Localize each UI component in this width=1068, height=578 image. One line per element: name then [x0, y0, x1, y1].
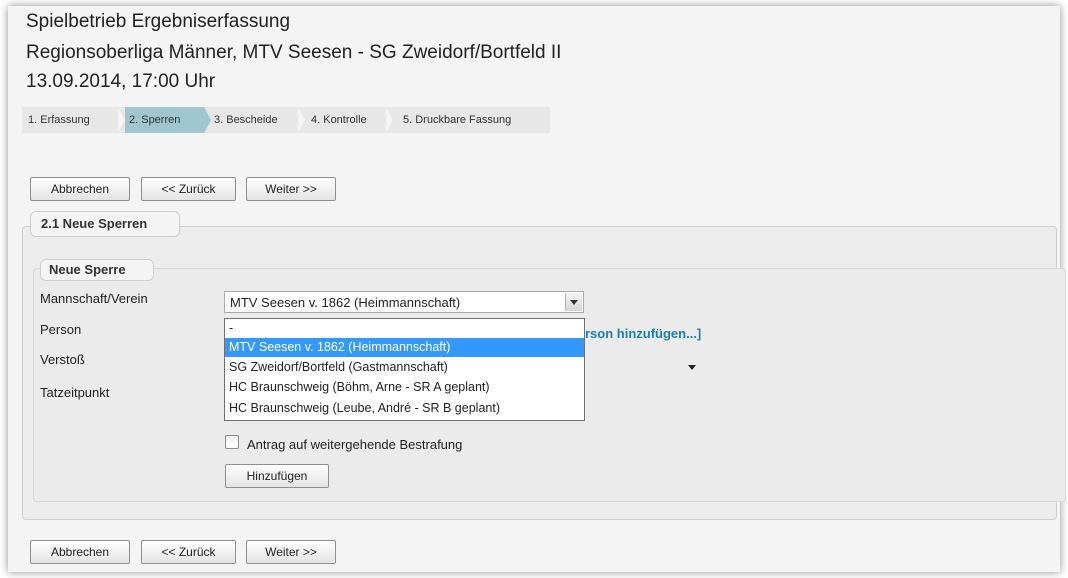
dropdown-option[interactable]: HC Braunschweig (Böhm, Arne - SR A gepla… — [225, 378, 584, 397]
step-separator-icon — [386, 107, 393, 133]
chevron-down-icon — [688, 365, 696, 370]
step-druckbare-fassung[interactable]: 5. Druckbare Fassung — [403, 107, 543, 133]
weitergehende-bestrafung-checkbox[interactable] — [225, 435, 239, 449]
verstoss-select[interactable] — [584, 357, 704, 379]
next-button-top[interactable]: Weiter >> — [246, 177, 336, 201]
step-bescheide[interactable]: 3. Bescheide — [214, 107, 306, 133]
dropdown-option[interactable]: - — [225, 319, 584, 338]
match-datetime: 13.09.2014, 17:00 Uhr — [26, 71, 216, 92]
add-person-link[interactable]: rson hinzufügen...] — [585, 326, 701, 341]
match-title: Regionsoberliga Männer, MTV Seesen - SG … — [26, 42, 562, 63]
dropdown-arrow-button[interactable] — [565, 293, 582, 311]
section-title: 2.1 Neue Sperren — [30, 211, 180, 237]
page-title: Spielbetrieb Ergebniserfassung — [26, 11, 291, 32]
mannschaft-select-value: MTV Seesen v. 1862 (Heimmannschaft) — [230, 295, 461, 310]
back-button-bottom[interactable]: << Zurück — [141, 540, 236, 564]
mannschaft-dropdown-list: - MTV Seesen v. 1862 (Heimmannschaft) SG… — [224, 318, 585, 421]
label-tatzeitpunkt: Tatzeitpunkt — [40, 385, 110, 400]
step-breadcrumb: 1. Erfassung 2. Sperren 3. Bescheide 4. … — [22, 107, 550, 133]
back-button-top[interactable]: << Zurück — [141, 177, 236, 201]
dropdown-option-selected[interactable]: MTV Seesen v. 1862 (Heimmannschaft) — [225, 338, 584, 357]
step-sperren[interactable]: 2. Sperren — [125, 107, 204, 133]
step-separator-icon — [204, 107, 211, 133]
cancel-button-bottom[interactable]: Abbrechen — [30, 540, 130, 564]
mannschaft-select[interactable]: MTV Seesen v. 1862 (Heimmannschaft) — [224, 291, 584, 313]
step-separator-icon — [118, 107, 125, 133]
step-erfassung[interactable]: 1. Erfassung — [22, 107, 118, 133]
chevron-down-icon — [570, 300, 578, 305]
dropdown-option[interactable]: HC Braunschweig (Leube, André - SR B gep… — [225, 399, 584, 418]
next-button-bottom[interactable]: Weiter >> — [246, 540, 336, 564]
dropdown-option[interactable]: SG Zweidorf/Bortfeld (Gastmannschaft) — [225, 358, 584, 377]
checkbox-label: Antrag auf weitergehende Bestrafung — [247, 437, 463, 452]
label-mannschaft: Mannschaft/Verein — [40, 291, 148, 306]
label-verstoss: Verstoß — [40, 352, 85, 367]
subsection-title: Neue Sperre — [40, 259, 154, 281]
add-button[interactable]: Hinzufügen — [225, 464, 329, 488]
step-separator-icon — [298, 107, 305, 133]
label-person: Person — [40, 322, 82, 337]
cancel-button-top[interactable]: Abbrechen — [30, 177, 130, 201]
